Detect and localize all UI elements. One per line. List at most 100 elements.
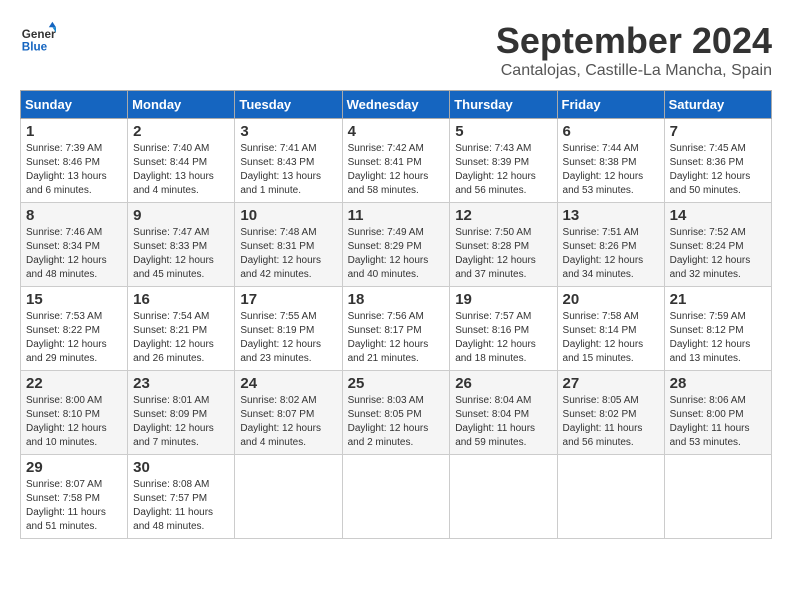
day-cell-10: 10 Sunrise: 7:48 AMSunset: 8:31 PMDayligh… <box>235 203 342 287</box>
day-cell-8: 8 Sunrise: 7:46 AMSunset: 8:34 PMDaylight… <box>21 203 128 287</box>
header-monday: Monday <box>128 91 235 119</box>
day-cell-21: 21 Sunrise: 7:59 AMSunset: 8:12 PMDayligh… <box>664 287 771 371</box>
day-cell-18: 18 Sunrise: 7:56 AMSunset: 8:17 PMDayligh… <box>342 287 450 371</box>
day-info: Sunrise: 7:43 AMSunset: 8:39 PMDaylight:… <box>455 142 551 198</box>
day-number: 26 <box>455 375 551 392</box>
day-number: 27 <box>563 375 659 392</box>
day-info: Sunrise: 7:52 AMSunset: 8:24 PMDaylight:… <box>670 226 766 282</box>
title-area: September 2024 Cantalojas, Castille-La M… <box>496 20 772 80</box>
day-info: Sunrise: 7:44 AMSunset: 8:38 PMDaylight:… <box>563 142 659 198</box>
header-sunday: Sunday <box>21 91 128 119</box>
empty-cell <box>450 455 557 539</box>
day-info: Sunrise: 7:46 AMSunset: 8:34 PMDaylight:… <box>26 226 122 282</box>
day-info: Sunrise: 7:54 AMSunset: 8:21 PMDaylight:… <box>133 310 229 366</box>
day-info: Sunrise: 7:41 AMSunset: 8:43 PMDaylight:… <box>240 142 336 198</box>
day-info: Sunrise: 7:48 AMSunset: 8:31 PMDaylight:… <box>240 226 336 282</box>
empty-cell <box>342 455 450 539</box>
day-number: 9 <box>133 207 229 224</box>
day-number: 15 <box>26 291 122 308</box>
day-info: Sunrise: 7:39 AMSunset: 8:46 PMDaylight:… <box>26 142 122 198</box>
day-number: 8 <box>26 207 122 224</box>
day-number: 24 <box>240 375 336 392</box>
day-info: Sunrise: 7:49 AMSunset: 8:29 PMDaylight:… <box>348 226 445 282</box>
day-number: 29 <box>26 459 122 476</box>
day-info: Sunrise: 8:02 AMSunset: 8:07 PMDaylight:… <box>240 394 336 450</box>
day-info: Sunrise: 7:51 AMSunset: 8:26 PMDaylight:… <box>563 226 659 282</box>
empty-cell <box>664 455 771 539</box>
day-number: 14 <box>670 207 766 224</box>
day-cell-20: 20Sunrise: 7:58 AMSunset: 8:14 PMDayligh… <box>557 287 664 371</box>
day-info: Sunrise: 7:55 AMSunset: 8:19 PMDaylight:… <box>240 310 336 366</box>
day-number: 30 <box>133 459 229 476</box>
day-info: Sunrise: 7:42 AMSunset: 8:41 PMDaylight:… <box>348 142 445 198</box>
day-info: Sunrise: 7:40 AMSunset: 8:44 PMDaylight:… <box>133 142 229 198</box>
day-cell-27: 27Sunrise: 8:05 AMSunset: 8:02 PMDayligh… <box>557 371 664 455</box>
day-info: Sunrise: 8:00 AMSunset: 8:10 PMDaylight:… <box>26 394 122 450</box>
day-cell-22: 22 Sunrise: 8:00 AMSunset: 8:10 PMDayligh… <box>21 371 128 455</box>
calendar-table: SundayMondayTuesdayWednesdayThursdayFrid… <box>20 90 772 539</box>
day-info: Sunrise: 7:59 AMSunset: 8:12 PMDaylight:… <box>670 310 766 366</box>
day-info: Sunrise: 7:50 AMSunset: 8:28 PMDaylight:… <box>455 226 551 282</box>
day-number: 5 <box>455 123 551 140</box>
day-info: Sunrise: 8:07 AMSunset: 7:58 PMDaylight:… <box>26 478 122 534</box>
header-thursday: Thursday <box>450 91 557 119</box>
day-number: 4 <box>348 123 445 140</box>
day-number: 19 <box>455 291 551 308</box>
day-info: Sunrise: 8:03 AMSunset: 8:05 PMDaylight:… <box>348 394 445 450</box>
day-number: 25 <box>348 375 445 392</box>
day-number: 28 <box>670 375 766 392</box>
day-cell-30: 30 Sunrise: 8:08 AMSunset: 7:57 PMDayligh… <box>128 455 235 539</box>
day-cell-1: 1Sunrise: 7:39 AMSunset: 8:46 PMDaylight… <box>21 119 128 203</box>
day-cell-16: 16 Sunrise: 7:54 AMSunset: 8:21 PMDayligh… <box>128 287 235 371</box>
day-info: Sunrise: 8:01 AMSunset: 8:09 PMDaylight:… <box>133 394 229 450</box>
svg-text:General: General <box>22 28 56 41</box>
day-number: 13 <box>563 207 659 224</box>
header-tuesday: Tuesday <box>235 91 342 119</box>
day-info: Sunrise: 8:04 AMSunset: 8:04 PMDaylight:… <box>455 394 551 450</box>
day-cell-3: 3 Sunrise: 7:41 AMSunset: 8:43 PMDaylight… <box>235 119 342 203</box>
month-title: September 2024 <box>496 20 772 62</box>
day-cell-14: 14 Sunrise: 7:52 AMSunset: 8:24 PMDayligh… <box>664 203 771 287</box>
day-cell-6: 6 Sunrise: 7:44 AMSunset: 8:38 PMDaylight… <box>557 119 664 203</box>
day-cell-2: 2 Sunrise: 7:40 AMSunset: 8:44 PMDaylight… <box>128 119 235 203</box>
day-info: Sunrise: 7:53 AMSunset: 8:22 PMDaylight:… <box>26 310 122 366</box>
day-number: 2 <box>133 123 229 140</box>
day-number: 21 <box>670 291 766 308</box>
day-cell-15: 15 Sunrise: 7:53 AMSunset: 8:22 PMDayligh… <box>21 287 128 371</box>
day-info: Sunrise: 8:08 AMSunset: 7:57 PMDaylight:… <box>133 478 229 534</box>
day-cell-12: 12 Sunrise: 7:50 AMSunset: 8:28 PMDayligh… <box>450 203 557 287</box>
day-cell-13: 13 Sunrise: 7:51 AMSunset: 8:26 PMDayligh… <box>557 203 664 287</box>
day-number: 12 <box>455 207 551 224</box>
empty-cell <box>235 455 342 539</box>
day-number: 16 <box>133 291 229 308</box>
day-number: 22 <box>26 375 122 392</box>
day-cell-28: 28 Sunrise: 8:06 AMSunset: 8:00 PMDayligh… <box>664 371 771 455</box>
day-cell-23: 23Sunrise: 8:01 AMSunset: 8:09 PMDayligh… <box>128 371 235 455</box>
header-wednesday: Wednesday <box>342 91 450 119</box>
day-number: 3 <box>240 123 336 140</box>
day-cell-11: 11 Sunrise: 7:49 AMSunset: 8:29 PMDayligh… <box>342 203 450 287</box>
location-title: Cantalojas, Castille-La Mancha, Spain <box>496 62 772 80</box>
day-number: 7 <box>670 123 766 140</box>
day-number: 18 <box>348 291 445 308</box>
empty-cell <box>557 455 664 539</box>
day-number: 11 <box>348 207 445 224</box>
header-friday: Friday <box>557 91 664 119</box>
day-info: Sunrise: 8:06 AMSunset: 8:00 PMDaylight:… <box>670 394 766 450</box>
day-number: 6 <box>563 123 659 140</box>
day-cell-29: 29 Sunrise: 8:07 AMSunset: 7:58 PMDayligh… <box>21 455 128 539</box>
day-cell-4: 4 Sunrise: 7:42 AMSunset: 8:41 PMDaylight… <box>342 119 450 203</box>
day-info: Sunrise: 7:57 AMSunset: 8:16 PMDaylight:… <box>455 310 551 366</box>
svg-text:Blue: Blue <box>22 41 48 54</box>
logo: General Blue <box>20 20 56 56</box>
day-cell-25: 25 Sunrise: 8:03 AMSunset: 8:05 PMDayligh… <box>342 371 450 455</box>
day-cell-7: 7Sunrise: 7:45 AMSunset: 8:36 PMDaylight… <box>664 119 771 203</box>
day-number: 10 <box>240 207 336 224</box>
day-cell-9: 9Sunrise: 7:47 AMSunset: 8:33 PMDaylight… <box>128 203 235 287</box>
day-cell-17: 17Sunrise: 7:55 AMSunset: 8:19 PMDayligh… <box>235 287 342 371</box>
day-cell-5: 5 Sunrise: 7:43 AMSunset: 8:39 PMDaylight… <box>450 119 557 203</box>
day-info: Sunrise: 7:56 AMSunset: 8:17 PMDaylight:… <box>348 310 445 366</box>
day-cell-19: 19 Sunrise: 7:57 AMSunset: 8:16 PMDayligh… <box>450 287 557 371</box>
day-cell-24: 24 Sunrise: 8:02 AMSunset: 8:07 PMDayligh… <box>235 371 342 455</box>
header-saturday: Saturday <box>664 91 771 119</box>
